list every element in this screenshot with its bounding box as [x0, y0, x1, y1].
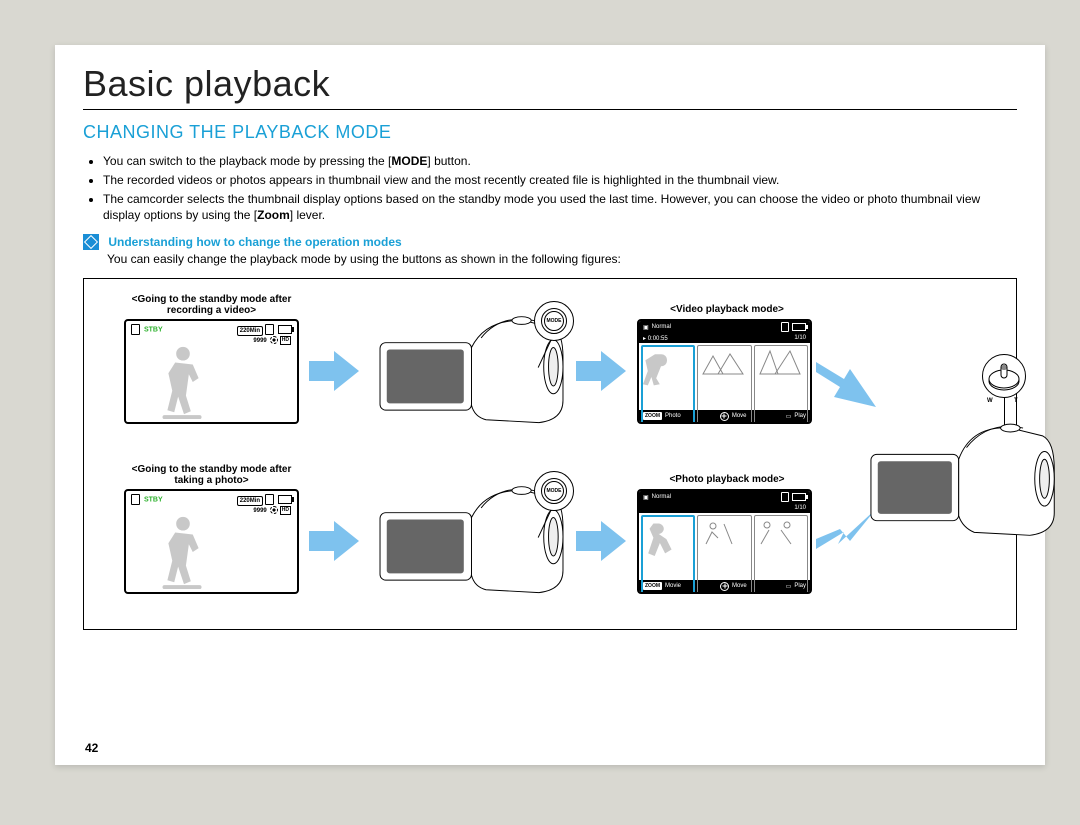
thumbnail-item	[641, 515, 695, 594]
card-icon	[265, 324, 274, 335]
camera-icon: ▣	[643, 494, 649, 501]
mode-button-callout: MODE	[534, 301, 574, 341]
card-icon	[781, 322, 789, 332]
chapter-title: Basic playback	[83, 63, 1017, 110]
arrow-icon	[576, 351, 631, 391]
card-icon	[781, 492, 789, 502]
thumbnail-item	[754, 345, 808, 424]
standby-photo-label: <Going to the standby mode after taking …	[124, 464, 299, 486]
move-icon	[720, 582, 729, 591]
bullet-item: The recorded videos or photos appears in…	[103, 172, 1017, 189]
camcorder-illustration	[869, 369, 1064, 569]
arrow-icon	[309, 521, 364, 561]
pinwheel-icon	[270, 506, 278, 514]
video-playback-screen: ▣ Normal ▸ 0:00:55 1/10 ZOOM Photo	[637, 319, 812, 424]
hd-icon: HD	[280, 336, 291, 345]
zoom-lever-callout	[982, 354, 1026, 398]
mode-button-callout: MODE	[534, 471, 574, 511]
tip-icon	[83, 234, 99, 250]
standby-photo-screen: STBY 220Min 9999 HD	[124, 489, 299, 594]
move-icon	[720, 412, 729, 421]
manual-page: Basic playback CHANGING THE PLAYBACK MOD…	[55, 45, 1045, 765]
pinwheel-icon	[270, 336, 278, 344]
thumbnail-item	[641, 345, 695, 424]
standby-video-label: <Going to the standby mode after recordi…	[124, 294, 299, 316]
photo-playback-label: <Photo playback mode>	[637, 474, 817, 485]
page-number: 42	[85, 741, 98, 755]
battery-icon	[792, 493, 806, 501]
battery-icon	[792, 323, 806, 331]
sdcard-icon	[131, 324, 140, 335]
video-playback-label: <Video playback mode>	[637, 304, 817, 315]
standby-video-screen: STBY 220Min 9999 HD	[124, 319, 299, 424]
skater-silhouette-icon	[158, 343, 208, 421]
thumbnail-item	[754, 515, 808, 594]
hd-icon: HD	[280, 506, 291, 515]
arrow-icon	[309, 351, 364, 391]
photo-playback-screen: ▣ Normal 1/10 ZOOM Movie	[637, 489, 812, 594]
battery-icon	[278, 495, 292, 504]
bullet-item: You can switch to the playback mode by p…	[103, 153, 1017, 170]
bullet-list: You can switch to the playback mode by p…	[83, 153, 1017, 224]
sdcard-icon	[131, 494, 140, 505]
zoom-w-label: W	[987, 398, 993, 404]
tip-body: You can easily change the playback mode …	[107, 252, 1017, 266]
tip-title: Understanding how to change the operatio…	[108, 235, 401, 249]
tip-row: Understanding how to change the operatio…	[83, 234, 1017, 266]
callout-leader-line	[1004, 397, 1005, 425]
card-icon	[265, 494, 274, 505]
battery-icon	[278, 325, 292, 334]
play-icon: ▸	[643, 336, 646, 342]
diagram-area: <Going to the standby mode after recordi…	[83, 278, 1017, 630]
skater-silhouette-icon	[158, 513, 208, 591]
arrow-icon	[576, 521, 631, 561]
section-heading: CHANGING THE PLAYBACK MODE	[83, 122, 1017, 143]
bullet-item: The camcorder selects the thumbnail disp…	[103, 191, 1017, 225]
zoom-t-label: T	[1014, 398, 1018, 404]
videocam-icon: ▣	[643, 324, 649, 331]
